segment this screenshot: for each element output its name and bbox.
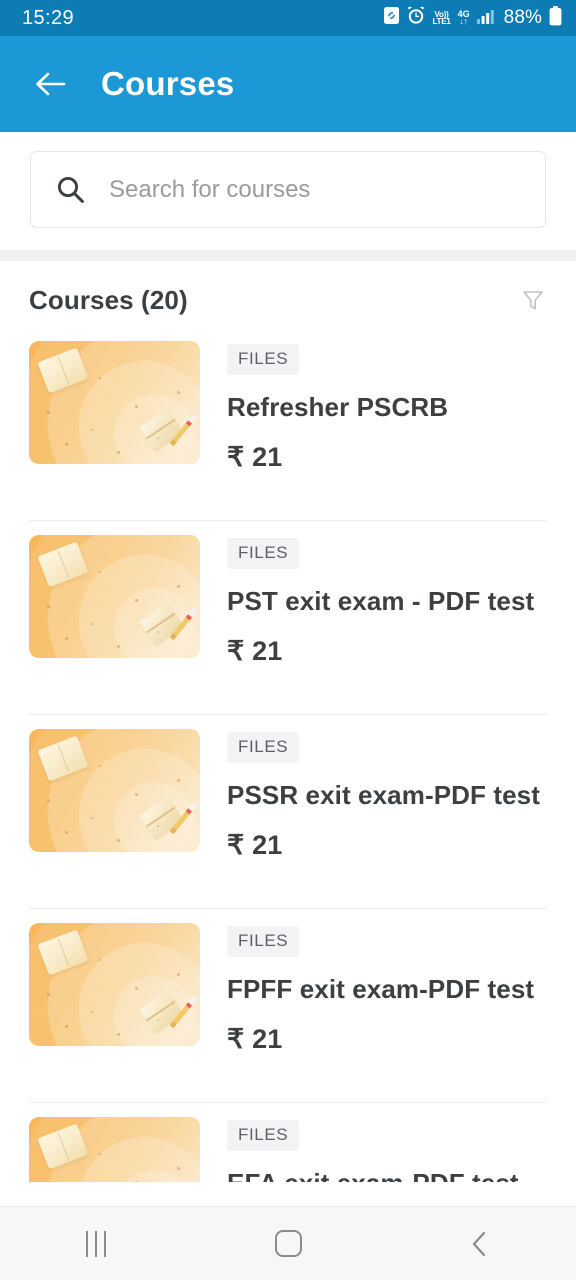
course-price: ₹ 21 xyxy=(227,442,283,472)
course-type-badge: FILES xyxy=(227,732,300,763)
course-thumbnail xyxy=(29,535,200,658)
home-button[interactable] xyxy=(192,1207,384,1280)
home-icon xyxy=(274,1230,302,1257)
course-list-item[interactable]: FILES FPFF exit exam-PDF test ₹ 21 xyxy=(0,909,576,1103)
course-title: Refresher PSCRB xyxy=(227,392,449,422)
battery-icon xyxy=(549,5,562,31)
course-thumbnail xyxy=(29,341,200,464)
status-bar-clock: 15:29 xyxy=(22,6,75,29)
course-thumbnail xyxy=(29,1117,200,1182)
course-type-badge: FILES xyxy=(227,926,300,957)
status-bar-icons: Vo)) LTE1 4G ↓↑ 88% xyxy=(383,5,562,31)
filter-funnel-icon xyxy=(523,291,543,310)
recents-icon xyxy=(86,1230,106,1257)
course-list-item[interactable]: FILES Refresher PSCRB ₹ 21 xyxy=(0,327,576,521)
course-list-item[interactable]: FILES PSSR exit exam-PDF test ₹ 21 xyxy=(0,715,576,909)
search-icon xyxy=(55,174,86,205)
course-type-badge: FILES xyxy=(227,1120,300,1151)
course-thumbnail xyxy=(29,729,200,852)
course-info: FILES Refresher PSCRB ₹ 21 xyxy=(227,341,448,521)
search-section xyxy=(0,132,576,250)
filter-button[interactable] xyxy=(516,283,550,317)
sync-icon xyxy=(383,6,400,30)
4g-icon: 4G ↓↑ xyxy=(457,9,470,26)
course-price: ₹ 21 xyxy=(227,830,283,860)
battery-percent-label: 88% xyxy=(503,7,542,28)
section-separator xyxy=(0,250,576,261)
search-input[interactable] xyxy=(109,175,521,204)
course-list-item[interactable]: FILES EFA exit exam-PDF test ₹ 21 xyxy=(0,1103,576,1182)
course-info: FILES PSSR exit exam-PDF test ₹ 21 xyxy=(227,729,540,909)
back-chevron-icon xyxy=(472,1231,486,1256)
search-box[interactable] xyxy=(30,151,546,228)
courses-list-area: Courses (20) FILES Refresher PSCRB ₹ 21 xyxy=(0,261,576,1182)
course-info: FILES EFA exit exam-PDF test ₹ 21 xyxy=(227,1117,519,1182)
course-title: EFA exit exam-PDF test xyxy=(227,1168,519,1182)
recents-button[interactable] xyxy=(0,1207,192,1280)
course-list-item[interactable]: FILES PST exit exam - PDF test ₹ 21 xyxy=(0,521,576,715)
alarm-icon xyxy=(407,6,425,30)
courses-count-label: Courses (20) xyxy=(29,284,188,315)
course-type-badge: FILES xyxy=(227,538,300,569)
course-title: PSSR exit exam-PDF test xyxy=(227,780,540,810)
android-navigation-bar xyxy=(0,1206,576,1280)
course-title: FPFF exit exam-PDF test xyxy=(227,974,535,1004)
course-info: FILES PST exit exam - PDF test ₹ 21 xyxy=(227,535,534,715)
status-bar: 15:29 Vo)) LTE1 4G ↓↑ 88% xyxy=(0,0,576,36)
course-type-badge: FILES xyxy=(227,344,300,375)
course-title: PST exit exam - PDF test xyxy=(227,586,535,616)
back-button[interactable] xyxy=(28,61,74,107)
app-bar: Courses xyxy=(0,36,576,132)
arrow-left-icon xyxy=(36,72,66,96)
course-info: FILES FPFF exit exam-PDF test ₹ 21 xyxy=(227,923,534,1103)
course-price: ₹ 21 xyxy=(227,636,283,666)
volte-icon: Vo)) LTE1 xyxy=(432,10,451,26)
course-thumbnail xyxy=(29,923,200,1046)
page-title: Courses xyxy=(101,65,235,102)
signal-icon xyxy=(476,8,497,29)
system-back-button[interactable] xyxy=(384,1207,576,1280)
courses-list-header: Courses (20) xyxy=(0,261,576,327)
course-price: ₹ 21 xyxy=(227,1024,283,1054)
